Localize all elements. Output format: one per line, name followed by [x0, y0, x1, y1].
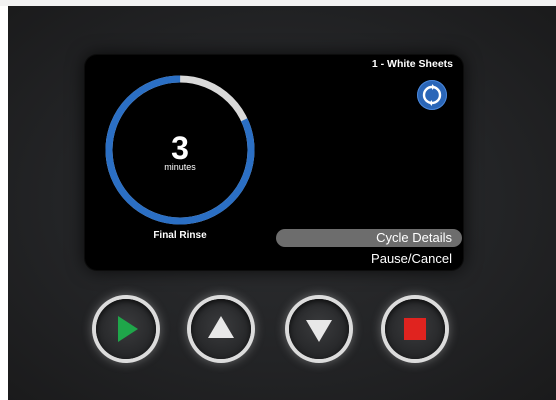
start-button[interactable]: [96, 299, 156, 359]
play-icon: [118, 316, 138, 342]
down-button[interactable]: [289, 299, 349, 359]
arrow-down-icon: [306, 320, 332, 342]
up-button[interactable]: [191, 299, 251, 359]
arrow-up-icon: [208, 316, 234, 338]
timer-unit: minutes: [164, 162, 196, 172]
timer-value: 3: [171, 130, 189, 166]
stop-button[interactable]: [385, 299, 445, 359]
phase-label: Final Rinse: [153, 230, 207, 241]
menu-item-pause-cancel[interactable]: Pause/Cancel: [276, 251, 452, 267]
menu-item-label: Cycle Details: [376, 230, 452, 245]
frame-edge-left: [0, 0, 8, 400]
frame-edge-top: [0, 0, 556, 6]
program-label: 1 - White Sheets: [371, 58, 453, 70]
menu-item-cycle-details[interactable]: Cycle Details: [276, 229, 462, 247]
refresh-icon[interactable]: [417, 80, 447, 110]
stop-icon: [404, 318, 426, 340]
